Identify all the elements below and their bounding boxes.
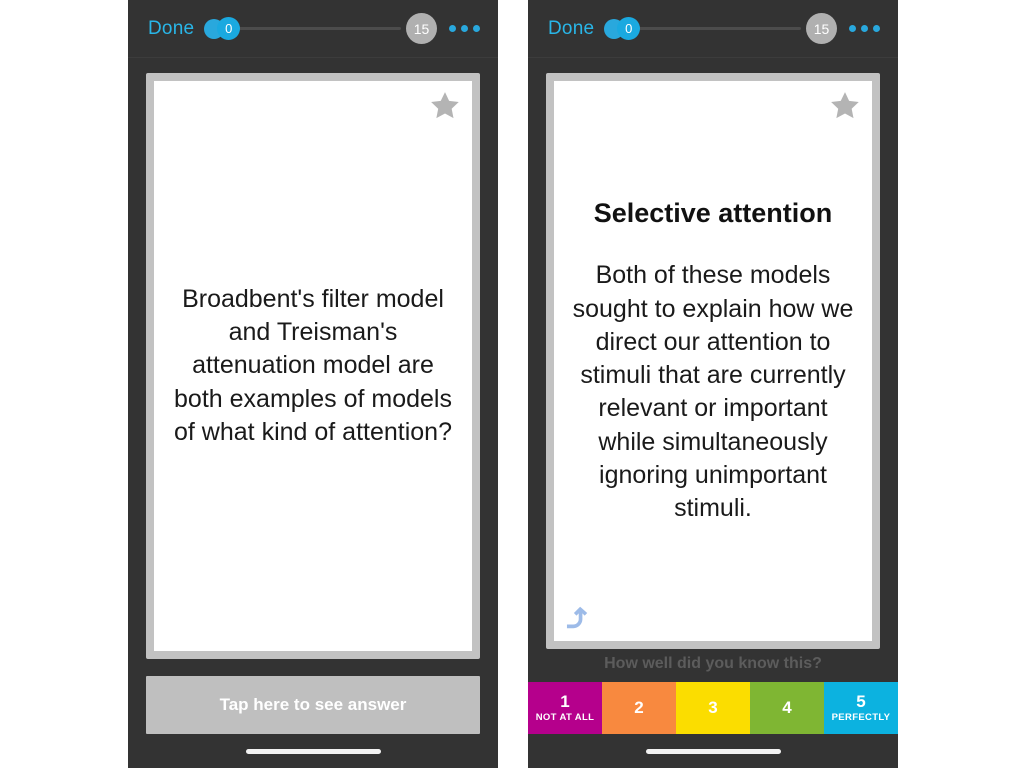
rating-number: 5: [856, 691, 866, 711]
rating-button-2[interactable]: 2: [602, 682, 676, 734]
ellipsis-icon[interactable]: [449, 25, 480, 32]
top-bar-right: Done 0 15: [528, 0, 898, 57]
rating-number: 1: [560, 691, 570, 711]
rating-button-1[interactable]: 1 NOT AT ALL: [528, 682, 602, 734]
rating-button-3[interactable]: 3: [676, 682, 750, 734]
flashcard-question-text: Broadbent's filter model and Treisman's …: [174, 284, 452, 446]
flashcard-answer-text: Both of these models sought to explain h…: [572, 261, 854, 523]
card-area-left: Broadbent's filter model and Treisman's …: [128, 58, 498, 659]
top-bar-left: Done 0 15: [128, 0, 498, 57]
star-icon[interactable]: [828, 89, 862, 123]
ellipsis-dot: [461, 25, 468, 32]
home-indicator-area-left: [128, 734, 498, 768]
rating-number: 2: [634, 698, 644, 718]
rating-button-4[interactable]: 4: [750, 682, 824, 734]
done-button-left[interactable]: Done: [148, 18, 194, 40]
flashcard-right[interactable]: Selective attention Both of these models…: [546, 73, 880, 649]
undo-arrow-icon[interactable]: [562, 601, 596, 635]
progress-track-right: [630, 27, 801, 30]
progress-count-badge-right: 0: [617, 17, 641, 40]
card-area-right: Selective attention Both of these models…: [528, 58, 898, 649]
total-count-badge-left: 15: [406, 13, 437, 44]
ellipsis-icon[interactable]: [849, 25, 880, 32]
star-icon[interactable]: [428, 89, 462, 123]
home-indicator-bar[interactable]: [245, 748, 381, 754]
progress-slider-right[interactable]: 0 15: [604, 13, 837, 44]
ellipsis-dot: [473, 25, 480, 32]
flashcard-face-left[interactable]: Broadbent's filter model and Treisman's …: [154, 81, 472, 651]
footer-left: Tap here to see answer: [128, 659, 498, 734]
flashcard-answer-title: Selective attention: [593, 197, 833, 228]
progress-count-badge-left: 0: [217, 17, 241, 40]
tap-to-see-answer-button[interactable]: Tap here to see answer: [146, 676, 480, 734]
flashcard-face-right[interactable]: Selective attention Both of these models…: [554, 81, 872, 641]
rating-prompt: How well did you know this?: [528, 649, 898, 682]
progress-track-left: [230, 27, 401, 30]
progress-slider-left[interactable]: 0 15: [204, 13, 437, 44]
rating-buttons-row: 1 NOT AT ALL 2 3 4 5 PERFECTLY: [528, 682, 898, 734]
ellipsis-dot: [873, 25, 880, 32]
total-count-badge-right: 15: [806, 13, 837, 44]
home-indicator-bar[interactable]: [645, 748, 781, 754]
flashcard-left[interactable]: Broadbent's filter model and Treisman's …: [146, 73, 480, 659]
rating-number: 4: [782, 698, 792, 718]
home-indicator-area-right: [528, 734, 898, 768]
phone-panel-left: Done 0 15 Broadbent's filter model and T…: [128, 0, 498, 768]
rating-button-5[interactable]: 5 PERFECTLY: [824, 682, 898, 734]
screenshot-stage: Done 0 15 Broadbent's filter model and T…: [0, 0, 1024, 768]
rating-number: 3: [708, 698, 718, 718]
phone-panel-right: Done 0 15 Selective attention Both of th…: [528, 0, 898, 768]
ellipsis-dot: [861, 25, 868, 32]
done-button-right[interactable]: Done: [548, 18, 594, 40]
rating-sublabel: NOT AT ALL: [535, 712, 595, 724]
footer-right: How well did you know this? 1 NOT AT ALL…: [528, 649, 898, 734]
ellipsis-dot: [849, 25, 856, 32]
ellipsis-dot: [449, 25, 456, 32]
rating-sublabel: PERFECTLY: [831, 712, 891, 724]
